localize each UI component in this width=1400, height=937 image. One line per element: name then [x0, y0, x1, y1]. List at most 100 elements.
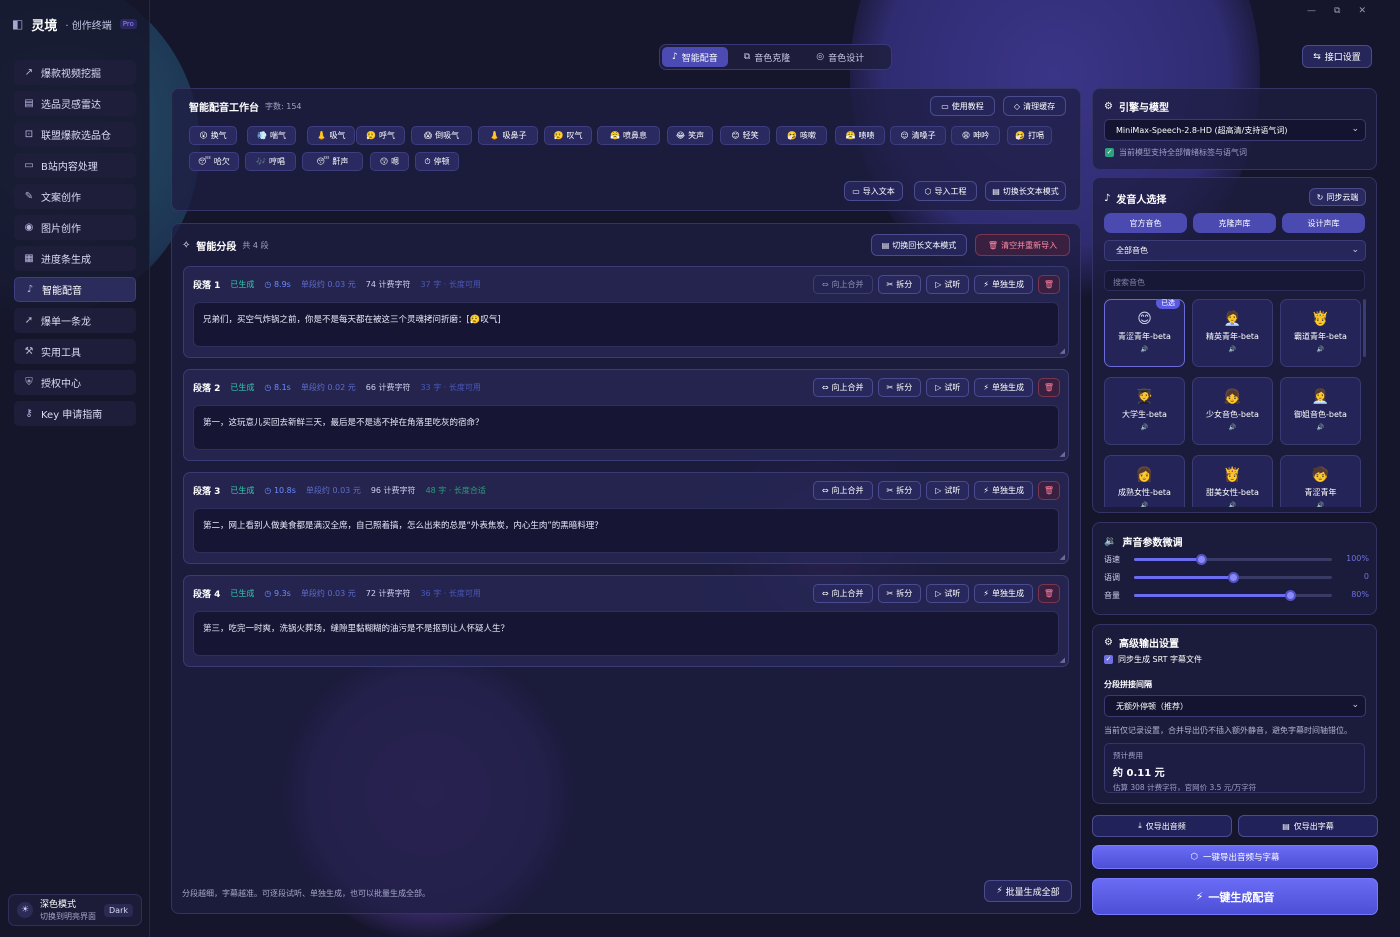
- split-button[interactable]: ✂ 拆分: [877, 275, 922, 294]
- segment-textarea[interactable]: 第三，吃完一时爽，洗锅火葬场，缝隙里黏糊糊的油污是不是抠到让人怀疑人生？: [193, 611, 1059, 656]
- slider-knob[interactable]: [1196, 554, 1208, 565]
- play-icon[interactable]: 🔊: [1229, 502, 1236, 507]
- tag-chip[interactable]: 😗 嗯: [370, 152, 409, 171]
- generate-one-button[interactable]: ⚡ 单独生成: [974, 481, 1033, 500]
- batch-generate-button[interactable]: ⚡ 批量生成全部: [984, 880, 1072, 902]
- generate-one-button[interactable]: ⚡ 单独生成: [974, 584, 1033, 603]
- gap-select[interactable]: 无额外停顿（推荐） ⌄: [1104, 695, 1366, 717]
- tag-chip[interactable]: 😤 啧啧: [835, 126, 885, 145]
- resize-grip-icon[interactable]: ◢: [1060, 347, 1065, 355]
- tag-chip[interactable]: 🤧 打嗝: [1007, 126, 1052, 145]
- tag-chip[interactable]: 😮‍💨 呼气: [356, 126, 405, 145]
- speaker-tab[interactable]: 官方音色: [1104, 213, 1187, 233]
- delete-segment-button[interactable]: 🗑: [1038, 275, 1060, 294]
- voice-scrollbar[interactable]: [1363, 299, 1366, 357]
- tag-chip[interactable]: 😤 喷鼻息: [597, 126, 660, 145]
- export-subs-button[interactable]: ▤ 仅导出字幕: [1238, 815, 1378, 837]
- voice-card[interactable]: 👩‍💼 御姐音色-beta 🔊: [1280, 377, 1361, 445]
- sidebar-item[interactable]: ↗ 爆款视频挖掘: [14, 60, 136, 85]
- sync-cloud-button[interactable]: ↻ 同步云端: [1309, 188, 1366, 206]
- resize-grip-icon[interactable]: ◢: [1060, 553, 1065, 561]
- resize-grip-icon[interactable]: ◢: [1060, 450, 1065, 458]
- listen-button[interactable]: ▷ 试听: [926, 481, 970, 500]
- listen-button[interactable]: ▷ 试听: [926, 275, 970, 294]
- tag-chip[interactable]: 😊 轻笑: [720, 126, 770, 145]
- voice-card[interactable]: 👩 成熟女性-beta 🔊: [1104, 455, 1185, 507]
- sidebar-item[interactable]: ◉ 图片创作: [14, 215, 136, 240]
- voice-card[interactable]: 🧑‍🎓 大学生-beta 🔊: [1104, 377, 1185, 445]
- play-icon[interactable]: 🔊: [1317, 424, 1324, 431]
- close-icon[interactable]: ✕: [1358, 6, 1366, 16]
- sidebar-item[interactable]: ▦ 进度条生成: [14, 246, 136, 271]
- tag-chip[interactable]: ⏱ 停顿: [415, 152, 459, 171]
- delete-segment-button[interactable]: 🗑: [1038, 378, 1060, 397]
- tab-item[interactable]: ⧉ 音色克隆: [734, 47, 800, 67]
- listen-button[interactable]: ▷ 试听: [926, 378, 970, 397]
- model-select[interactable]: MiniMax-Speech-2.8-HD (超高清/支持语气词) ⌄: [1104, 119, 1366, 141]
- listen-button[interactable]: ▷ 试听: [926, 584, 970, 603]
- voice-card[interactable]: 🧑‍💼 精英青年-beta 🔊: [1192, 299, 1273, 367]
- segment-textarea[interactable]: 兄弟们，买空气炸锅之前，你是不是每天都在被这三个灵魂拷问折磨：[😮‍💨叹气]: [193, 302, 1059, 347]
- delete-segment-button[interactable]: 🗑: [1038, 584, 1060, 603]
- export-all-button[interactable]: ⬡ 一键导出音频与字幕: [1092, 845, 1378, 869]
- tab-item[interactable]: ◎ 音色设计: [806, 47, 874, 67]
- voice-card[interactable]: 🧒 青涩青年 🔊: [1280, 455, 1361, 507]
- play-icon[interactable]: 🔊: [1317, 346, 1324, 353]
- split-button[interactable]: ✂ 拆分: [877, 584, 922, 603]
- tag-chip[interactable]: 👃 吸气: [307, 126, 355, 145]
- voice-card[interactable]: 🤴 霸道青年-beta 🔊: [1280, 299, 1361, 367]
- api-settings-button[interactable]: ⇆ 接口设置: [1302, 45, 1372, 68]
- clear-reimport-button[interactable]: 🗑 清空并重新导入: [975, 234, 1070, 256]
- generate-one-button[interactable]: ⚡ 单独生成: [974, 275, 1033, 294]
- sidebar-item[interactable]: ♪ 智能配音: [14, 277, 136, 302]
- sidebar-item[interactable]: ▤ 选品灵感雷达: [14, 91, 136, 116]
- import-project-button[interactable]: ⬡ 导入工程: [914, 181, 977, 201]
- tag-chip[interactable]: 😮 换气: [189, 126, 237, 145]
- export-audio-button[interactable]: ⤓ 仅导出音频: [1092, 815, 1232, 837]
- slider-knob[interactable]: [1228, 572, 1239, 583]
- tag-chip[interactable]: 😴 鼾声: [302, 152, 363, 171]
- play-icon[interactable]: 🔊: [1317, 502, 1324, 507]
- tag-chip[interactable]: 👃 吸鼻子: [478, 126, 538, 145]
- minimize-icon[interactable]: —: [1307, 6, 1316, 16]
- tutorial-button[interactable]: ▭ 使用教程: [930, 96, 995, 116]
- sidebar-item[interactable]: ▭ B站内容处理: [14, 153, 136, 178]
- sidebar-item[interactable]: ⊡ 联盟爆款选品仓: [14, 122, 136, 147]
- tag-chip[interactable]: 🤧 咳嗽: [776, 126, 827, 145]
- play-icon[interactable]: 🔊: [1141, 502, 1148, 507]
- play-icon[interactable]: 🔊: [1141, 424, 1148, 431]
- clear-cache-button[interactable]: ◇ 清理缓存: [1003, 96, 1066, 116]
- delete-segment-button[interactable]: 🗑: [1038, 481, 1060, 500]
- play-icon[interactable]: 🔊: [1141, 346, 1148, 353]
- voice-search-input[interactable]: 搜索音色: [1104, 270, 1365, 291]
- import-text-button[interactable]: ▭ 导入文本: [844, 181, 903, 201]
- theme-toggle[interactable]: ☀ 深色模式 切换到明亮界面 Dark: [8, 894, 142, 926]
- sidebar-item[interactable]: ⚒ 实用工具: [14, 339, 136, 364]
- sidebar-item[interactable]: ⚷ Key 申请指南: [14, 401, 136, 426]
- tag-chip[interactable]: 🎶 哼唱: [245, 152, 296, 171]
- param-slider[interactable]: [1134, 554, 1332, 565]
- sidebar-toggle-icon[interactable]: ◧: [12, 17, 23, 31]
- tag-chip[interactable]: 😩 呻吟: [951, 126, 1000, 145]
- resize-grip-icon[interactable]: ◢: [1060, 656, 1065, 664]
- merge-up-button[interactable]: ⇔ 向上合并: [812, 378, 873, 397]
- play-icon[interactable]: 🔊: [1229, 346, 1236, 353]
- split-button[interactable]: ✂ 拆分: [877, 378, 922, 397]
- srt-checkbox[interactable]: ✓ 同步生成 SRT 字幕文件: [1104, 654, 1202, 665]
- speaker-tab[interactable]: 克隆声库: [1193, 213, 1276, 233]
- tag-chip[interactable]: 😌 清嗓子: [890, 126, 946, 145]
- sidebar-item[interactable]: ⛨ 授权中心: [14, 370, 136, 395]
- voice-card[interactable]: 👸 甜美女性-beta 🔊: [1192, 455, 1273, 507]
- merge-up-button[interactable]: ⇔ 向上合并: [812, 275, 873, 294]
- sidebar-item[interactable]: ➚ 爆单一条龙: [14, 308, 136, 333]
- segment-textarea[interactable]: 第二，网上看别人做美食都是满汉全席，自己照着搞，怎么出来的总是“外表焦炭，内心生…: [193, 508, 1059, 553]
- long-text-mode-button[interactable]: ▤ 切换长文本模式: [985, 181, 1066, 201]
- voice-card[interactable]: 👧 少女音色-beta 🔊: [1192, 377, 1273, 445]
- split-button[interactable]: ✂ 拆分: [877, 481, 922, 500]
- voice-card[interactable]: 已选 😊 青涩青年-beta 🔊: [1104, 299, 1185, 367]
- tab-item[interactable]: ♪ 智能配音: [662, 47, 728, 67]
- tag-chip[interactable]: 😴 哈欠: [189, 152, 239, 171]
- slider-knob[interactable]: [1285, 590, 1297, 601]
- tag-chip[interactable]: 😂 笑声: [667, 126, 713, 145]
- segment-textarea[interactable]: 第一，这玩意儿买回去新鲜三天，最后是不是逃不掉在角落里吃灰的宿命？: [193, 405, 1059, 450]
